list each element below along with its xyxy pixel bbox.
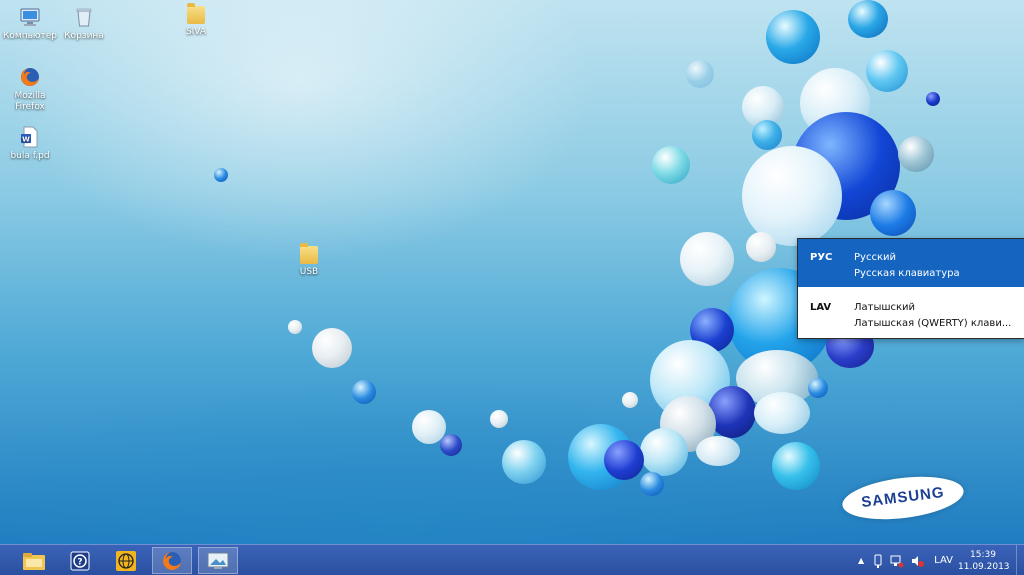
network-icon[interactable] (890, 554, 904, 568)
keyboard-layout-name: Латышская (QWERTY) клави... (854, 318, 1012, 329)
wallpaper-bubble (640, 428, 688, 476)
help-icon: ? (70, 551, 90, 570)
wallpaper-bubble (746, 232, 776, 262)
wallpaper-bubble (898, 136, 934, 172)
folder-icon (187, 3, 205, 24)
taskbar-firefox-button[interactable] (152, 547, 192, 574)
wallpaper-bubble (288, 320, 302, 334)
globe-app-icon (116, 550, 136, 571)
wallpaper-bubble (622, 392, 638, 408)
wallpaper-bubble (808, 378, 828, 398)
computer-icon (19, 6, 41, 28)
file-explorer-icon (23, 552, 45, 570)
volume-muted-icon[interactable] (910, 554, 925, 568)
wallpaper-bubble (352, 380, 376, 404)
desktop-icon-label-line2: Firefox (15, 102, 45, 112)
language-switcher-popup: РУС Русский Русская клавиатура LAV Латыш… (797, 238, 1024, 339)
taskbar-clock[interactable]: 15:39 11.09.2013 (958, 549, 1010, 573)
taskbar-help-button[interactable]: ? (60, 547, 100, 574)
taskbar-file-explorer-button[interactable] (14, 547, 54, 574)
wallpaper-bubble (490, 410, 508, 428)
desktop-icon-label: Компьютер (3, 31, 57, 41)
clock-date: 11.09.2013 (958, 562, 1010, 572)
wallpaper-bubble (766, 10, 820, 64)
language-name: Русский (854, 252, 896, 263)
wallpaper-bubble (214, 168, 228, 182)
wallpaper-bubble (926, 92, 940, 106)
wallpaper-bubble (848, 0, 888, 38)
svg-text:?: ? (77, 557, 82, 567)
wallpaper-bubble (502, 440, 546, 484)
show-desktop-button[interactable] (1016, 545, 1024, 575)
desktop-icon-word-document[interactable]: W bula f.pd (0, 126, 60, 162)
svg-text:W: W (22, 136, 30, 144)
desktop-icon-firefox[interactable]: Mozilla Firefox (0, 66, 60, 113)
taskbar-screenshot-app-button[interactable] (198, 547, 238, 574)
samsung-logo-text: SAMSUNG (860, 483, 946, 512)
language-code: LAV (810, 302, 832, 313)
screenshot-app-icon (207, 552, 229, 569)
input-language-indicator[interactable]: LAV (934, 555, 953, 566)
show-hidden-icons-button[interactable]: ▲ (858, 556, 864, 565)
desktop-icon-label: Корзина (64, 31, 104, 41)
wallpaper-bubble (754, 392, 810, 434)
folder-icon (300, 243, 318, 264)
clock-time: 15:39 (970, 550, 996, 560)
system-tray: ▲ LAV (858, 545, 953, 575)
desktop-icon-siva-folder[interactable]: SIVA (166, 3, 226, 38)
desktop-icon-label: bula f.pd (10, 151, 50, 161)
wallpaper-bubble (752, 120, 782, 150)
wallpaper-bubble (312, 328, 352, 368)
desktop-icon-usb-folder[interactable]: USB (279, 243, 339, 278)
wallpaper-bubble (696, 436, 740, 466)
keyboard-layout-name: Русская клавиатура (854, 268, 960, 279)
power-plug-icon[interactable] (872, 554, 884, 568)
desktop-icon-label: SIVA (185, 27, 207, 37)
desktop-icon-label-line1: Mozilla (14, 91, 46, 101)
taskbar: ? ▲ LAV 15:39 11.09.2013 (0, 544, 1024, 575)
wallpaper-bubble (686, 60, 714, 88)
firefox-icon (19, 66, 41, 88)
wallpaper-bubble (640, 472, 664, 496)
wallpaper-bubble (680, 232, 734, 286)
desktop-icon-recycle-bin[interactable]: Корзина (54, 6, 114, 42)
firefox-icon (163, 551, 181, 570)
language-code: РУС (810, 252, 833, 263)
word-document-icon: W (19, 126, 41, 148)
desktop-icon-label: USB (299, 267, 319, 277)
wallpaper-bubble (604, 440, 644, 480)
recycle-bin-icon (73, 6, 95, 28)
samsung-logo: SAMSUNG (840, 470, 966, 526)
language-option-russian[interactable]: РУС Русский Русская клавиатура (798, 239, 1024, 287)
language-option-latvian[interactable]: LAV Латышский Латышская (QWERTY) клави..… (798, 289, 1024, 337)
wallpaper-bubble (440, 434, 462, 456)
wallpaper-bubble (742, 146, 842, 246)
wallpaper-bubble (866, 50, 908, 92)
wallpaper-bubble (870, 190, 916, 236)
desktop-icon-computer[interactable]: Компьютер (0, 6, 60, 42)
desktop-wallpaper: Компьютер Корзина SIVA Mozilla Firefox W… (0, 0, 1024, 544)
taskbar-globe-app-button[interactable] (106, 547, 146, 574)
wallpaper-bubble (652, 146, 690, 184)
wallpaper-bubble (772, 442, 820, 490)
language-name: Латышский (854, 302, 916, 313)
